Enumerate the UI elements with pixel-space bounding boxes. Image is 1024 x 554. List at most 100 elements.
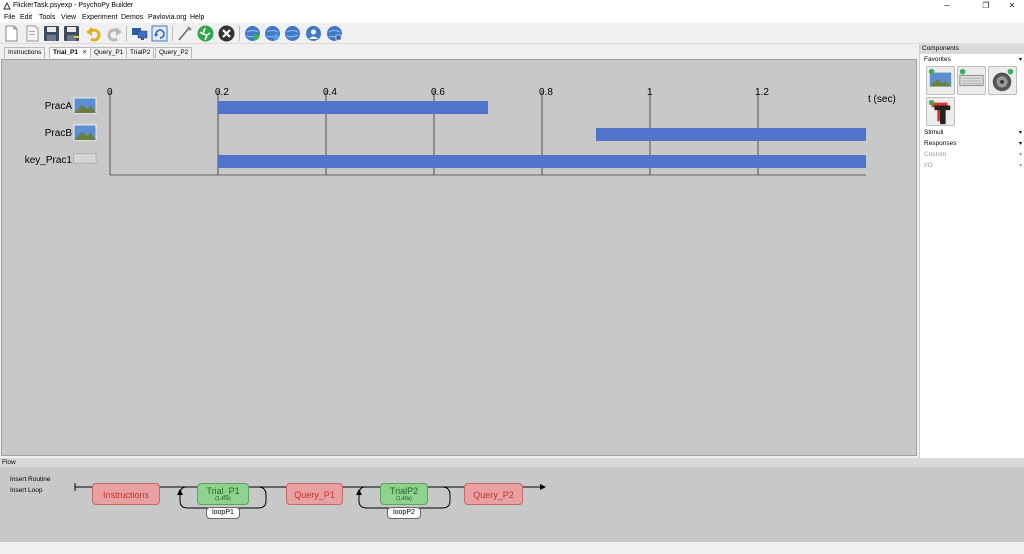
maximize-button[interactable]: ❐ <box>975 0 997 12</box>
new-file-icon[interactable] <box>3 25 20 42</box>
text-component-icon <box>928 99 951 125</box>
redo-icon[interactable] <box>106 25 123 42</box>
flow-routine-query-p2[interactable]: Query_P2 <box>464 483 523 505</box>
image-component-button[interactable] <box>926 66 955 95</box>
chevron-down-icon: ▾ <box>1018 57 1022 63</box>
tab-trial-p1[interactable]: Trial_P1 ✕ <box>49 47 92 58</box>
favorites-label: Favorites <box>924 56 951 63</box>
psychopy-app-icon <box>3 2 11 10</box>
category-label: Responses <box>924 140 957 147</box>
flow-routine-trialp2[interactable]: TrialP2 (1.40s) <box>380 483 428 505</box>
tab-query-p1[interactable]: Query_P1 <box>90 47 128 58</box>
text-component-button[interactable] <box>926 97 955 126</box>
component-name-label[interactable]: key_Prac1 <box>25 155 73 166</box>
component-duration-bar[interactable] <box>218 155 866 168</box>
component-duration-bar[interactable] <box>218 101 488 114</box>
pavlovia-search-icon[interactable] <box>284 25 301 42</box>
keyboard-component-icon <box>959 68 984 87</box>
timeline-tick-label: 1 <box>647 87 653 98</box>
pavlovia-user-icon[interactable] <box>305 25 322 42</box>
routine-tabs: Instructions Trial_P1 ✕ Query_P1 TrialP2 … <box>0 45 918 58</box>
components-header: Components <box>920 44 1024 54</box>
image-icon[interactable] <box>73 124 97 141</box>
loop-label-loopp1[interactable]: loopP1 <box>206 507 240 519</box>
menu-experiment[interactable]: Experiment <box>82 13 117 22</box>
timeline-tick-label: 0.2 <box>215 87 229 98</box>
menu-bar: File Edit Tools View Experiment Demos Pa… <box>0 12 1024 23</box>
menu-demos[interactable]: Demos <box>121 13 143 22</box>
tab-trialp2[interactable]: TrialP2 <box>126 47 155 58</box>
category-custom[interactable]: Custom ▾ <box>924 150 1024 160</box>
category-io[interactable]: I/O ▾ <box>924 161 1024 171</box>
menu-file[interactable]: File <box>4 13 15 22</box>
tab-query-p2[interactable]: Query_P2 <box>155 47 193 58</box>
sound-component-icon <box>992 68 1014 92</box>
save-as-icon[interactable] <box>63 25 80 42</box>
close-tab-icon[interactable]: ✕ <box>82 49 87 56</box>
toolbar <box>0 23 1024 44</box>
flow-header: Flow <box>0 458 1024 467</box>
title-bar: FlickerTask.psyexp - PsychoPy Builder ─ … <box>0 0 1024 12</box>
timeline-tick-label: 0.6 <box>431 87 445 98</box>
keyboard-icon[interactable] <box>73 153 97 164</box>
tab-label: Trial_P1 <box>53 49 78 56</box>
flow-panel: Insert Routine Insert Loop Instructions … <box>0 467 1024 542</box>
components-panel: Components Favorites ▾ Stimuli ▾ Respons… <box>919 44 1024 458</box>
flow-routine-trial-p1[interactable]: Trial_P1 (1.40s) <box>197 483 249 505</box>
menu-tools[interactable]: Tools <box>39 13 55 22</box>
timeline-tick-label: 0 <box>107 87 113 98</box>
component-name-label[interactable]: PracB <box>45 128 73 139</box>
flow-routine-query-p1[interactable]: Query_P1 <box>286 483 343 505</box>
routine-canvas[interactable]: 0 0.2 0.4 0.6 0.8 1 1.2 PracA PracB key_Prac1 t (… <box>1 59 917 456</box>
menu-help[interactable]: Help <box>190 13 204 22</box>
routine-duration: (1.40s) <box>215 496 231 502</box>
window-title: FlickerTask.psyexp - PsychoPy Builder <box>13 2 134 9</box>
category-stimuli[interactable]: Stimuli ▾ <box>924 128 1024 138</box>
image-component-icon <box>928 68 952 87</box>
minimize-button[interactable]: ─ <box>936 0 958 12</box>
image-icon[interactable] <box>73 97 97 114</box>
routine-label: Trial_P1 <box>206 486 240 496</box>
undo-icon[interactable] <box>85 25 102 42</box>
stop-icon[interactable] <box>218 25 235 42</box>
component-duration-bar[interactable] <box>596 128 866 141</box>
toolbar-separator <box>172 26 173 41</box>
save-icon[interactable] <box>43 25 60 42</box>
loop-label-loopp2[interactable]: loopP2 <box>387 507 421 519</box>
category-responses[interactable]: Responses ▾ <box>924 139 1024 149</box>
pavlovia-project-icon[interactable] <box>326 25 343 42</box>
timeline-tick-label: 0.4 <box>323 87 337 98</box>
category-label: Custom <box>924 151 947 158</box>
tab-instructions[interactable]: Instructions <box>4 47 46 58</box>
category-label: Stimuli <box>924 129 944 136</box>
category-label: I/O <box>924 162 933 169</box>
routine-label: TrialP2 <box>389 486 419 496</box>
time-unit-label: t (sec) <box>868 94 896 105</box>
sound-component-button[interactable] <box>988 66 1017 95</box>
toolbar-separator <box>126 26 127 41</box>
menu-pavlovia[interactable]: Pavlovia.org <box>148 13 187 22</box>
toolbar-separator <box>239 26 240 41</box>
keyboard-component-button[interactable] <box>957 66 986 95</box>
pavlovia-sync-icon[interactable] <box>264 25 281 42</box>
routine-timeline: 0 0.2 0.4 0.6 0.8 1 1.2 PracA PracB key_Prac1 t (… <box>25 87 896 176</box>
compile-script-icon[interactable] <box>176 25 193 42</box>
open-file-icon[interactable] <box>24 25 41 42</box>
component-name-label[interactable]: PracA <box>45 101 73 112</box>
chevron-down-icon: ▾ <box>1018 163 1022 169</box>
timeline-tick-label: 1.2 <box>755 87 769 98</box>
status-bar <box>0 542 1024 554</box>
flow-routine-instructions[interactable]: Instructions <box>92 483 160 505</box>
timeline-tick-label: 0.8 <box>539 87 553 98</box>
menu-view[interactable]: View <box>61 13 76 22</box>
chevron-down-icon: ▾ <box>1018 152 1022 158</box>
routine-duration: (1.40s) <box>396 496 412 502</box>
menu-edit[interactable]: Edit <box>20 13 32 22</box>
close-window-button[interactable]: ✕ <box>1001 0 1023 12</box>
pavlovia-globe-icon[interactable] <box>244 25 261 42</box>
chevron-down-icon: ▾ <box>1018 130 1022 136</box>
favorites-category[interactable]: Favorites ▾ <box>924 55 1024 65</box>
run-icon[interactable] <box>197 25 214 42</box>
experiment-settings-icon[interactable] <box>151 25 168 42</box>
monitor-center-icon[interactable] <box>131 25 148 42</box>
